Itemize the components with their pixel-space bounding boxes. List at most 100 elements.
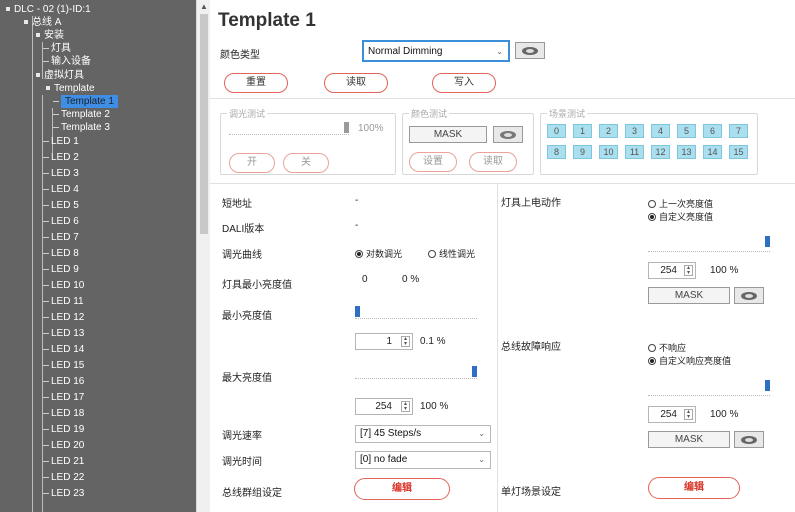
tree-node-led[interactable]: LED 14 (43, 343, 84, 356)
eye-icon (741, 292, 757, 300)
tree-node-led[interactable]: LED 18 (43, 407, 84, 420)
max-level-percent: 100 % (420, 401, 449, 412)
tree-node-led[interactable]: LED 22 (43, 471, 84, 484)
slider-thumb[interactable] (472, 366, 477, 377)
failure-custom-radio[interactable]: 自定义响应亮度值 (648, 354, 731, 367)
scene-button[interactable]: 4 (651, 124, 670, 138)
scene-button[interactable]: 10 (599, 145, 618, 159)
tree-scrollbar[interactable]: ▲ (196, 0, 210, 512)
failure-slider[interactable] (648, 395, 770, 396)
tree-node-template-1[interactable]: Template 1 (53, 95, 118, 108)
min-level-label: 最小亮度值 (222, 311, 272, 322)
tree-node-led[interactable]: LED 2 (43, 151, 79, 164)
spin-icon[interactable]: ▴ ▾ (684, 265, 693, 276)
tree-node-fixtures[interactable]: 灯具 (43, 42, 71, 55)
tree-node-led[interactable]: LED 7 (43, 231, 79, 244)
curve-log-radio[interactable]: 对数调光 (355, 247, 402, 260)
tree-node-led[interactable]: LED 5 (43, 199, 79, 212)
scroll-up-icon[interactable]: ▲ (200, 2, 208, 11)
physical-min-label: 灯具最小亮度值 (222, 280, 292, 291)
dimming-test-slider[interactable] (229, 134, 349, 135)
color-test-preview-button[interactable] (493, 126, 523, 143)
off-button[interactable]: 关 (283, 153, 329, 173)
reset-button[interactable]: 重置 (224, 73, 288, 93)
color-test-read-button[interactable]: 读取 (469, 152, 517, 172)
caret-down-icon: ⌄ (478, 429, 485, 438)
scene-button[interactable]: 15 (729, 145, 748, 159)
tree-node-virtual-fixtures[interactable]: 虚拟灯具 (36, 69, 84, 82)
tree-node-led[interactable]: LED 10 (43, 279, 84, 292)
tree-node-led[interactable]: LED 21 (43, 455, 84, 468)
fade-time-select[interactable]: [0] no fade ⌄ (355, 451, 491, 469)
tree-node-led[interactable]: LED 6 (43, 215, 79, 228)
tree-node-led[interactable]: LED 19 (43, 423, 84, 436)
min-level-input[interactable]: 1 ▴ ▾ (355, 333, 413, 350)
power-on-input[interactable]: 254 ▴ ▾ (648, 262, 696, 279)
tree-node-led[interactable]: LED 1 (43, 135, 79, 148)
scene-button[interactable]: 8 (547, 145, 566, 159)
curve-linear-radio[interactable]: 线性调光 (428, 247, 475, 260)
min-level-slider[interactable] (355, 318, 477, 319)
tree-node-led[interactable]: LED 11 (43, 295, 84, 308)
scene-button[interactable]: 6 (703, 124, 722, 138)
scene-button[interactable]: 3 (625, 124, 644, 138)
tree-node-led[interactable]: LED 16 (43, 375, 84, 388)
scroll-thumb[interactable] (200, 14, 208, 234)
tree-node-led[interactable]: LED 13 (43, 327, 84, 340)
color-type-select[interactable]: Normal Dimming ⌄ (362, 40, 510, 62)
write-button[interactable]: 写入 (432, 73, 496, 93)
scene-setup-edit-button[interactable]: 编辑 (648, 477, 740, 499)
failure-none-radio[interactable]: 不响应 (648, 341, 686, 354)
spin-icon[interactable]: ▴ ▾ (401, 401, 410, 412)
dimming-test-title: 调光测试 (227, 107, 268, 120)
tree-node-template-3[interactable]: Template 3 (53, 121, 110, 134)
on-button[interactable]: 开 (229, 153, 275, 173)
read-button[interactable]: 读取 (324, 73, 388, 93)
scene-button[interactable]: 12 (651, 145, 670, 159)
scene-button[interactable]: 14 (703, 145, 722, 159)
failure-mask: MASK (648, 431, 730, 448)
tree-node-led[interactable]: LED 12 (43, 311, 84, 324)
spin-icon[interactable]: ▴ ▾ (401, 336, 410, 347)
scene-button[interactable]: 11 (625, 145, 644, 159)
fade-rate-select[interactable]: [7] 45 Steps/s ⌄ (355, 425, 491, 443)
tree-node-led[interactable]: LED 23 (43, 487, 84, 500)
scene-button[interactable]: 5 (677, 124, 696, 138)
slider-thumb[interactable] (765, 236, 770, 247)
tree-node-template-2[interactable]: Template 2 (53, 108, 110, 121)
power-on-preview-button[interactable] (734, 287, 764, 304)
tree-node-led[interactable]: LED 4 (43, 183, 79, 196)
scene-button[interactable]: 1 (573, 124, 592, 138)
tree-node-bus[interactable]: 总线 A (24, 16, 61, 29)
tree-node-led[interactable]: LED 3 (43, 167, 79, 180)
scene-button[interactable]: 13 (677, 145, 696, 159)
slider-thumb[interactable] (355, 306, 360, 317)
scene-button[interactable]: 9 (573, 145, 592, 159)
max-level-slider[interactable] (355, 378, 477, 379)
scene-button[interactable]: 7 (729, 124, 748, 138)
tree-node-led[interactable]: LED 15 (43, 359, 84, 372)
failure-preview-button[interactable] (734, 431, 764, 448)
dimming-test-group: 调光测试 100% 开 关 (220, 107, 396, 175)
tree-node-led[interactable]: LED 9 (43, 263, 79, 276)
color-test-set-button[interactable]: 设置 (409, 152, 457, 172)
tree-node-led[interactable]: LED 20 (43, 439, 84, 452)
scene-button[interactable]: 0 (547, 124, 566, 138)
slider-thumb[interactable] (765, 380, 770, 391)
tree-node-template-group[interactable]: Template (46, 82, 95, 95)
color-preview-button[interactable] (515, 42, 545, 59)
tree-node-install[interactable]: 安装 (36, 29, 64, 42)
slider-thumb[interactable] (344, 122, 349, 133)
tree-node-root[interactable]: DLC - 02 (1)-ID:1 (6, 3, 91, 16)
spin-icon[interactable]: ▴ ▾ (684, 409, 693, 420)
tree-node-led[interactable]: LED 17 (43, 391, 84, 404)
power-on-custom-radio[interactable]: 自定义亮度值 (648, 210, 713, 223)
bus-group-edit-button[interactable]: 编辑 (354, 478, 450, 500)
power-on-slider[interactable] (648, 251, 770, 252)
max-level-input[interactable]: 254 ▴ ▾ (355, 398, 413, 415)
tree-node-led[interactable]: LED 8 (43, 247, 79, 260)
failure-input[interactable]: 254 ▴ ▾ (648, 406, 696, 423)
tree-node-input-devices[interactable]: 输入设备 (43, 55, 91, 68)
scene-button[interactable]: 2 (599, 124, 618, 138)
power-on-last-radio[interactable]: 上一次亮度值 (648, 197, 713, 210)
